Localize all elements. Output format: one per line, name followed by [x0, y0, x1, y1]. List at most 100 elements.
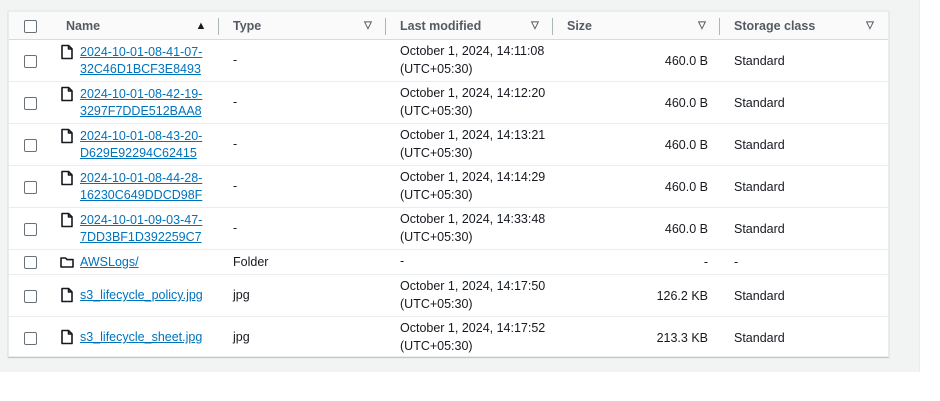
table-row[interactable]: s3_lifecycle_sheet.jpg jpg October 1, 20… — [9, 316, 888, 359]
object-size: 460.0 B — [664, 179, 708, 194]
last-modified-text: October 1, 2024, 14:13:21 (UTC+05:30) — [386, 127, 553, 162]
row-checkbox[interactable] — [24, 256, 37, 270]
last-modified-cell: October 1, 2024, 14:11:08 (UTC+05:30) — [386, 39, 553, 82]
last-modified-text: October 1, 2024, 14:33:48 (UTC+05:30) — [386, 211, 553, 246]
object-type: - — [233, 53, 238, 67]
table-row[interactable]: 2024-10-01-08-43-20- D629E92294C62415 - O… — [9, 123, 888, 166]
last-modified-text: October 1, 2024, 14:17:52 (UTC+05:30) — [386, 320, 553, 355]
last-modified-date: October 1, 2024, 14:33:48 — [400, 212, 546, 226]
select-all-header — [9, 10, 52, 40]
row-checkbox[interactable] — [24, 138, 37, 152]
file-icon — [60, 329, 74, 345]
last-modified-timezone: (UTC+05:30) — [400, 187, 473, 202]
last-modified-date: October 1, 2024, 14:13:21 — [400, 128, 546, 142]
object-name-link[interactable]: s3_lifecycle_sheet.jpg — [80, 329, 202, 346]
object-name-link[interactable]: s3_lifecycle_policy.jpg — [80, 287, 203, 304]
object-type: - — [233, 179, 238, 193]
last-modified-cell: October 1, 2024, 14:13:21 (UTC+05:30) — [386, 123, 553, 166]
row-checkbox[interactable] — [24, 96, 37, 110]
caret-down-icon[interactable]: ▽ — [360, 20, 376, 31]
name-cell: 2024-10-01-08-43-20- D629E92294C62415 — [52, 123, 219, 166]
content-panel: Name ▲ Type ▽ Last modified ▽ Size ▽ Sto… — [0, 0, 920, 372]
object-name-link[interactable]: 2024-10-01-08-44-28- 16230C649DDCD98F — [80, 170, 202, 204]
file-icon — [60, 128, 74, 144]
object-type: jpg — [233, 288, 250, 302]
table-row[interactable]: 2024-10-01-08-41-07- 32C46D1BCF3E8493 - O… — [9, 39, 888, 82]
storage-class-cell: Standard — [720, 81, 888, 124]
file-icon — [60, 86, 74, 102]
column-header-size[interactable]: Size ▽ — [553, 10, 720, 40]
row-select-cell — [9, 165, 52, 208]
row-select-cell — [9, 123, 52, 166]
table-row[interactable]: 2024-10-01-08-42-19- 3297F7DDE512BAA8 - O… — [9, 81, 888, 124]
file-icon — [60, 170, 74, 186]
caret-down-icon[interactable]: ▽ — [862, 20, 878, 31]
last-modified-date: October 1, 2024, 14:12:20 — [400, 86, 546, 100]
last-modified-date: October 1, 2024, 14:14:29 — [400, 170, 546, 184]
storage-class: Standard — [734, 221, 785, 236]
last-modified-timezone: (UTC+05:30) — [400, 296, 473, 311]
column-header-name[interactable]: Name ▲ — [52, 10, 219, 40]
last-modified-text: - — [386, 253, 553, 271]
object-name-line2: 3297F7DDE512BAA8 — [80, 103, 202, 118]
object-name-line1: AWSLogs/ — [80, 254, 139, 269]
last-modified-date: October 1, 2024, 14:11:08 — [400, 44, 545, 58]
row-checkbox[interactable] — [24, 331, 37, 345]
select-all-checkbox[interactable] — [24, 19, 37, 33]
object-name-line1: s3_lifecycle_sheet.jpg — [80, 330, 203, 344]
object-type: - — [233, 95, 238, 109]
table-row[interactable]: 2024-10-01-09-03-47- 7DD3BF1D392259C7 - O… — [9, 207, 888, 250]
table-row[interactable]: AWSLogs/ Folder - - - — [9, 249, 888, 275]
type-cell: jpg — [219, 316, 386, 359]
column-label-storage-class: Storage class — [734, 18, 816, 33]
last-modified-cell: October 1, 2024, 14:12:20 (UTC+05:30) — [386, 81, 553, 124]
object-name-link[interactable]: 2024-10-01-09-03-47- 7DD3BF1D392259C7 — [80, 212, 202, 246]
last-modified-cell: - — [386, 249, 553, 275]
object-name-link[interactable]: 2024-10-01-08-42-19- 3297F7DDE512BAA8 — [80, 86, 202, 120]
size-cell: 213.3 KB — [553, 316, 720, 359]
object-name-line1: 2024-10-01-08-44-28- — [80, 170, 203, 185]
column-label-type: Type — [233, 18, 262, 33]
column-label-size: Size — [567, 18, 593, 33]
column-header-last-modified[interactable]: Last modified ▽ — [386, 10, 553, 40]
object-name-line1: 2024-10-01-08-43-20- — [80, 128, 203, 143]
last-modified-text: October 1, 2024, 14:17:50 (UTC+05:30) — [386, 278, 553, 313]
last-modified-date: October 1, 2024, 14:17:50 — [400, 279, 546, 293]
table-row[interactable]: s3_lifecycle_policy.jpg jpg October 1, 2… — [9, 274, 888, 317]
last-modified-timezone: (UTC+05:30) — [400, 61, 473, 76]
objects-table-container: Name ▲ Type ▽ Last modified ▽ Size ▽ Sto… — [8, 10, 889, 359]
name-cell: AWSLogs/ — [52, 249, 219, 275]
last-modified-date: October 1, 2024, 14:17:52 — [400, 321, 546, 335]
row-checkbox[interactable] — [24, 180, 37, 194]
storage-class-cell: Standard — [720, 316, 888, 359]
size-cell: 460.0 B — [553, 39, 720, 82]
table-row[interactable]: 2024-10-01-08-44-28- 16230C649DDCD98F - O… — [9, 165, 888, 208]
storage-class-cell: Standard — [720, 123, 888, 166]
object-name-line1: 2024-10-01-08-42-19- — [80, 86, 203, 101]
caret-down-icon[interactable]: ▽ — [694, 20, 710, 31]
file-icon — [60, 287, 74, 303]
storage-class-cell: Standard — [720, 274, 888, 317]
object-name-link[interactable]: AWSLogs/ — [80, 254, 139, 271]
folder-icon — [60, 254, 74, 270]
object-name-link[interactable]: 2024-10-01-08-41-07- 32C46D1BCF3E8493 — [80, 44, 202, 78]
storage-class: Standard — [734, 330, 785, 345]
object-name-link[interactable]: 2024-10-01-08-43-20- D629E92294C62415 — [80, 128, 202, 162]
row-checkbox[interactable] — [24, 289, 37, 303]
name-cell: s3_lifecycle_sheet.jpg — [52, 316, 219, 359]
last-modified-cell: October 1, 2024, 14:17:50 (UTC+05:30) — [386, 274, 553, 317]
name-cell: 2024-10-01-08-42-19- 3297F7DDE512BAA8 — [52, 81, 219, 124]
caret-up-filled-icon[interactable]: ▲ — [193, 20, 209, 32]
column-header-storage-class[interactable]: Storage class ▽ — [720, 10, 888, 40]
storage-class: Standard — [734, 288, 785, 303]
row-select-cell — [9, 316, 52, 359]
object-name-line2: 32C46D1BCF3E8493 — [80, 61, 201, 76]
row-checkbox[interactable] — [24, 222, 37, 236]
row-checkbox[interactable] — [24, 54, 37, 68]
table-body: 2024-10-01-08-41-07- 32C46D1BCF3E8493 - O… — [9, 39, 888, 359]
object-name-line2: 16230C649DDCD98F — [80, 187, 203, 202]
row-select-cell — [9, 39, 52, 82]
size-cell: 126.2 KB — [553, 274, 720, 317]
caret-down-icon[interactable]: ▽ — [527, 20, 543, 31]
column-header-type[interactable]: Type ▽ — [219, 10, 386, 40]
